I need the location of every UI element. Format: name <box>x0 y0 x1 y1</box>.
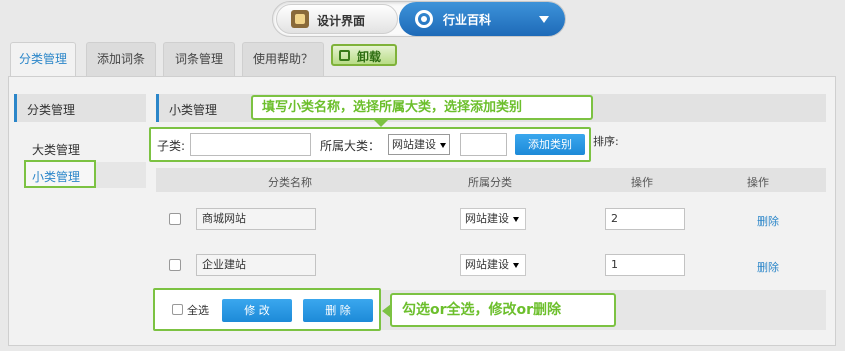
design-icon <box>291 10 309 28</box>
tab-entry-manage[interactable]: 词条管理 <box>163 42 235 76</box>
sidebar-item-minor-label: 小类管理 <box>32 170 81 184</box>
tab-category-manage[interactable]: 分类管理 <box>10 42 76 77</box>
row-category-select[interactable]: 网站建设 <box>460 208 526 230</box>
row-sort-input[interactable]: 2 <box>605 208 685 230</box>
col-category-name: 分类名称 <box>268 176 312 189</box>
caret-down-icon <box>513 262 519 268</box>
sidebar-title: 分类管理 <box>27 103 76 117</box>
row-sort: 1 <box>611 258 618 271</box>
instruction-callout-bottom: 勾选or全选，修改or删除 <box>382 293 616 327</box>
main-title: 小类管理 <box>169 103 218 117</box>
subcategory-label: 子类: <box>157 139 186 153</box>
caret-down-icon <box>440 142 446 148</box>
unload-button[interactable]: 卸载 <box>331 44 397 66</box>
parent-category-label: 所属大类： <box>320 139 381 153</box>
row-delete-link[interactable]: 删除 <box>757 213 779 229</box>
col-action: 操作 <box>631 176 653 189</box>
add-category-button[interactable]: 添加类别 <box>515 134 585 155</box>
sort-order-input[interactable] <box>460 133 507 156</box>
industry-wiki-label: 行业百科 <box>443 13 492 27</box>
row-name: 商城网站 <box>202 212 246 225</box>
design-mode-label: 设计界面 <box>317 14 366 28</box>
sidebar-item-minor[interactable]: 小类管理 <box>24 160 96 188</box>
row-checkbox[interactable] <box>169 259 181 271</box>
caret-down-icon <box>513 216 519 222</box>
row-checkbox[interactable] <box>169 213 181 225</box>
sidebar-item-major[interactable]: 大类管理 <box>32 141 80 158</box>
design-mode-button[interactable]: 设计界面 <box>276 4 398 34</box>
row-category-select[interactable]: 网站建设 <box>460 254 526 276</box>
parent-category-select[interactable]: 网站建设 <box>388 134 450 155</box>
row-name: 企业建站 <box>202 258 246 271</box>
edit-button[interactable]: 修 改 <box>222 299 292 322</box>
select-all-checkbox[interactable] <box>172 304 183 315</box>
industry-wiki-dropdown[interactable]: 行业百科 <box>399 2 565 36</box>
sidebar-header: 分类管理 <box>14 94 146 122</box>
delete-button[interactable]: 删 除 <box>303 299 373 322</box>
instruction-callout-top: 填写小类名称，选择所属大类，选择添加类别 <box>251 95 593 127</box>
unload-icon <box>339 50 350 61</box>
sidebar-active-shade <box>96 162 146 188</box>
row-name-input[interactable]: 企业建站 <box>196 254 316 276</box>
col-parent-category: 所属分类 <box>468 176 512 189</box>
unload-label: 卸载 <box>357 50 382 64</box>
row-category: 网站建设 <box>465 212 509 225</box>
chevron-down-icon <box>539 16 549 23</box>
row-category: 网站建设 <box>465 258 509 271</box>
row-name-input[interactable]: 商城网站 <box>196 208 316 230</box>
col-action-2: 操作 <box>747 176 769 189</box>
parent-category-value: 网站建设 <box>392 138 436 151</box>
row-sort: 2 <box>611 212 618 225</box>
select-all-label: 全选 <box>187 304 209 317</box>
row-delete-link[interactable]: 删除 <box>757 259 779 275</box>
row-sort-input[interactable]: 1 <box>605 254 685 276</box>
tab-add-entry[interactable]: 添加词条 <box>86 42 156 76</box>
sort-label: 排序: <box>593 135 619 148</box>
subcategory-name-input[interactable] <box>190 133 311 156</box>
gear-icon <box>415 10 433 28</box>
tab-help[interactable]: 使用帮助？ <box>242 42 324 76</box>
